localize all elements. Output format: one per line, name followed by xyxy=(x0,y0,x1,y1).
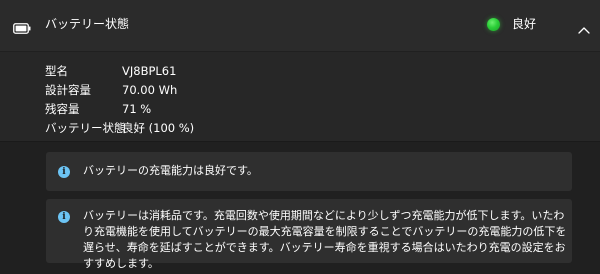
notice-text: バッテリーの充電能力は良好です。 xyxy=(83,164,258,177)
detail-value: 70.00 Wh xyxy=(122,83,178,97)
detail-label: 残容量 xyxy=(45,102,80,116)
battery-details-panel: 型名 VJ8BPL61 設計容量 70.00 Wh 残容量 71 % バッテリー… xyxy=(0,52,600,141)
battery-icon xyxy=(13,19,31,38)
info-icon: i xyxy=(58,211,70,223)
battery-status-header[interactable]: バッテリー状態 良好 xyxy=(0,0,600,51)
section-title: バッテリー状態 xyxy=(45,17,130,31)
detail-row-battery-condition: バッテリー状態 良好 (100 %) xyxy=(0,119,600,137)
info-notice-care-charging: i バッテリーは消耗品です。充電回数や使用期間などにより少しずつ充電能力が低下し… xyxy=(46,199,572,270)
detail-value: 良好 (100 %) xyxy=(122,121,195,135)
detail-label: 設計容量 xyxy=(45,83,91,97)
info-icon: i xyxy=(58,166,70,178)
status-text: 良好 xyxy=(512,17,537,31)
info-notice-health: i バッテリーの充電能力は良好です。 xyxy=(46,152,572,191)
detail-label: 型名 xyxy=(45,64,68,78)
detail-row-design-capacity: 設計容量 70.00 Wh xyxy=(0,81,600,99)
detail-row-model: 型名 VJ8BPL61 xyxy=(0,62,600,80)
detail-value: VJ8BPL61 xyxy=(122,64,177,78)
detail-label: バッテリー状態 xyxy=(45,121,126,135)
status-indicator-icon xyxy=(487,18,500,31)
detail-value: 71 % xyxy=(122,102,152,116)
notice-text: バッテリーは消耗品です。充電回数や使用期間などにより少しずつ充電能力が低下します… xyxy=(83,209,567,270)
chevron-up-icon[interactable] xyxy=(578,19,590,38)
section-divider xyxy=(0,141,600,142)
detail-row-remaining-capacity: 残容量 71 % xyxy=(0,100,600,118)
